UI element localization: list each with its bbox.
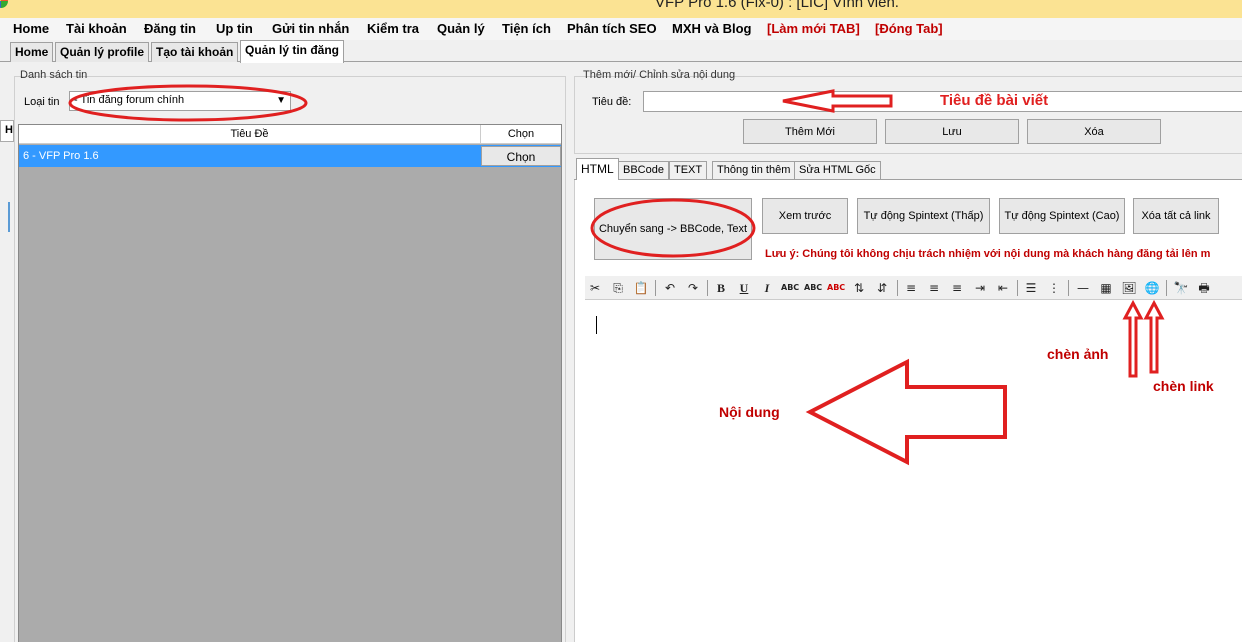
content-annotation: Nội dung	[719, 404, 780, 420]
convert-button-highlight	[590, 198, 756, 258]
link-arrow	[1143, 299, 1165, 374]
title-annotation: Tiêu đề bài viết	[940, 92, 1049, 109]
content-arrow	[805, 358, 1007, 466]
insert-image-annotation: chèn ảnh	[1047, 346, 1109, 362]
image-arrow	[1122, 299, 1144, 378]
annotation-overlay	[68, 84, 1165, 466]
insert-link-annotation: chèn link	[1153, 378, 1214, 394]
type-select-highlight	[68, 84, 308, 122]
title-arrow	[782, 89, 893, 113]
